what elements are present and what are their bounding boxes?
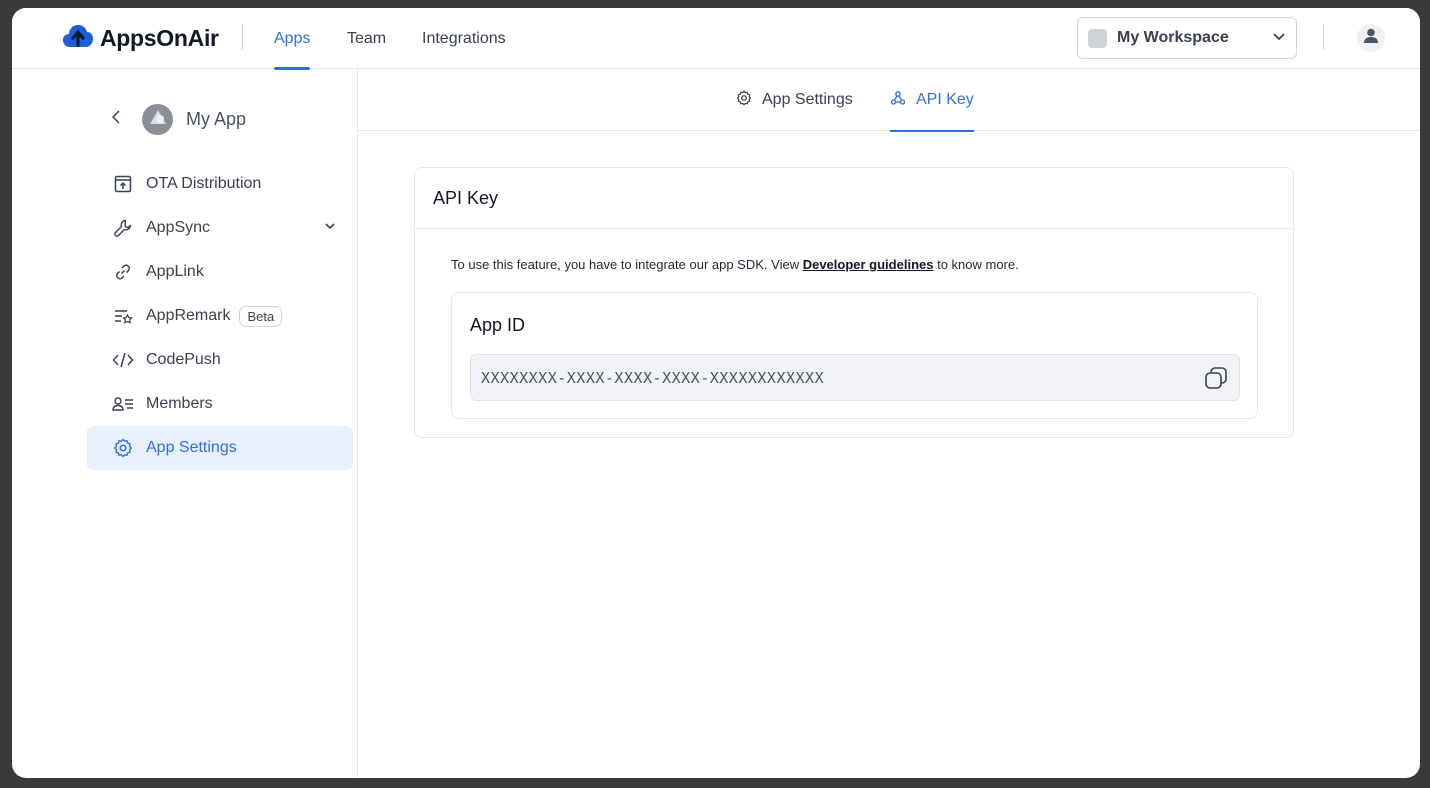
user-avatar[interactable] <box>1357 24 1385 52</box>
app-avatar <box>142 103 173 135</box>
back-button[interactable] <box>104 107 128 131</box>
app-id-field[interactable]: XXXXXXXX-XXXX-XXXX-XXXX-XXXXXXXXXXXX <box>470 354 1240 401</box>
sidebar-item-members[interactable]: Members <box>87 382 353 426</box>
api-key-card: API Key To use this feature, you have to… <box>414 167 1294 438</box>
app-header: My App <box>104 99 246 139</box>
gear-icon <box>736 90 752 111</box>
sidebar-item-label: Members <box>146 395 213 412</box>
brand-name: AppsOnAir <box>100 24 219 51</box>
app-logo-icon <box>149 109 167 130</box>
sidebar-item-label: AppSync <box>146 219 211 236</box>
app-id-card: App ID XXXXXXXX-XXXX-XXXX-XXXX-XXXXXXXXX… <box>451 292 1258 419</box>
list-star-icon <box>112 305 134 327</box>
upload-box-icon <box>112 173 134 195</box>
chevron-down-icon <box>1272 29 1286 48</box>
tab-label: App Settings <box>762 91 853 108</box>
nav-tab-team[interactable]: Team <box>347 8 386 69</box>
description-text: To use this feature, you have to integra… <box>451 257 803 272</box>
divider <box>1323 24 1324 50</box>
description-text: to know more. <box>933 257 1019 272</box>
tab-label: API Key <box>916 91 974 108</box>
sidebar-item-label: CodePush <box>146 351 221 368</box>
sidebar-item-label: AppLink <box>146 263 204 280</box>
main-content: App Settings API Key API Key To use this… <box>358 69 1420 778</box>
divider <box>242 24 243 50</box>
settings-tabs: App Settings API Key <box>358 69 1420 132</box>
sidebar-item-label: AppRemark <box>146 307 231 324</box>
sidebar-item-codepush[interactable]: CodePush <box>87 338 353 382</box>
nav-tab-integrations[interactable]: Integrations <box>422 8 506 69</box>
workspace-label: My Workspace <box>1117 29 1229 46</box>
workspace-selector[interactable]: My Workspace <box>1077 17 1297 59</box>
code-icon <box>112 349 134 371</box>
sidebar-menu: OTA Distribution AppSync AppLink AppRema… <box>87 162 353 470</box>
tab-api-key[interactable]: API Key <box>890 69 974 132</box>
app-window: AppsOnAir Apps Team Integrations My Work… <box>12 8 1420 778</box>
user-icon <box>1362 27 1380 50</box>
card-title: API Key <box>433 188 499 208</box>
beta-badge: Beta <box>239 305 283 327</box>
copy-icon[interactable] <box>1203 365 1229 391</box>
top-navbar: AppsOnAir Apps Team Integrations My Work… <box>12 8 1420 70</box>
logo[interactable]: AppsOnAir <box>62 23 219 53</box>
tab-app-settings[interactable]: App Settings <box>736 69 853 131</box>
app-id-label: App ID <box>470 315 526 335</box>
webhook-icon <box>890 90 906 111</box>
workspace-icon <box>1088 28 1107 48</box>
nav-tab-apps[interactable]: Apps <box>274 8 311 70</box>
sidebar: My App OTA Distribution AppSync AppLink … <box>12 69 358 778</box>
sidebar-item-appsync[interactable]: AppSync <box>87 206 353 250</box>
link-icon <box>112 261 134 283</box>
members-icon <box>112 393 134 415</box>
sidebar-item-label: OTA Distribution <box>146 175 262 192</box>
sidebar-item-appremark[interactable]: AppRemark Beta <box>87 294 353 338</box>
sidebar-item-app-settings[interactable]: App Settings <box>87 426 353 470</box>
chevron-down-icon[interactable] <box>323 219 337 238</box>
app-id-value: XXXXXXXX-XXXX-XXXX-XXXX-XXXXXXXXXXXX <box>481 369 825 387</box>
gear-icon <box>112 437 134 459</box>
cloud-upload-logo-icon <box>62 23 94 54</box>
card-description: To use this feature, you have to integra… <box>451 257 1019 272</box>
wrench-icon <box>112 217 134 239</box>
app-name: My App <box>186 108 247 129</box>
sidebar-item-applink[interactable]: AppLink <box>87 250 353 294</box>
sidebar-item-ota-distribution[interactable]: OTA Distribution <box>87 162 353 206</box>
developer-guidelines-link[interactable]: Developer guidelines <box>803 257 934 272</box>
chevron-left-icon <box>109 109 123 130</box>
sidebar-item-label: App Settings <box>146 439 237 456</box>
divider <box>415 228 1293 229</box>
